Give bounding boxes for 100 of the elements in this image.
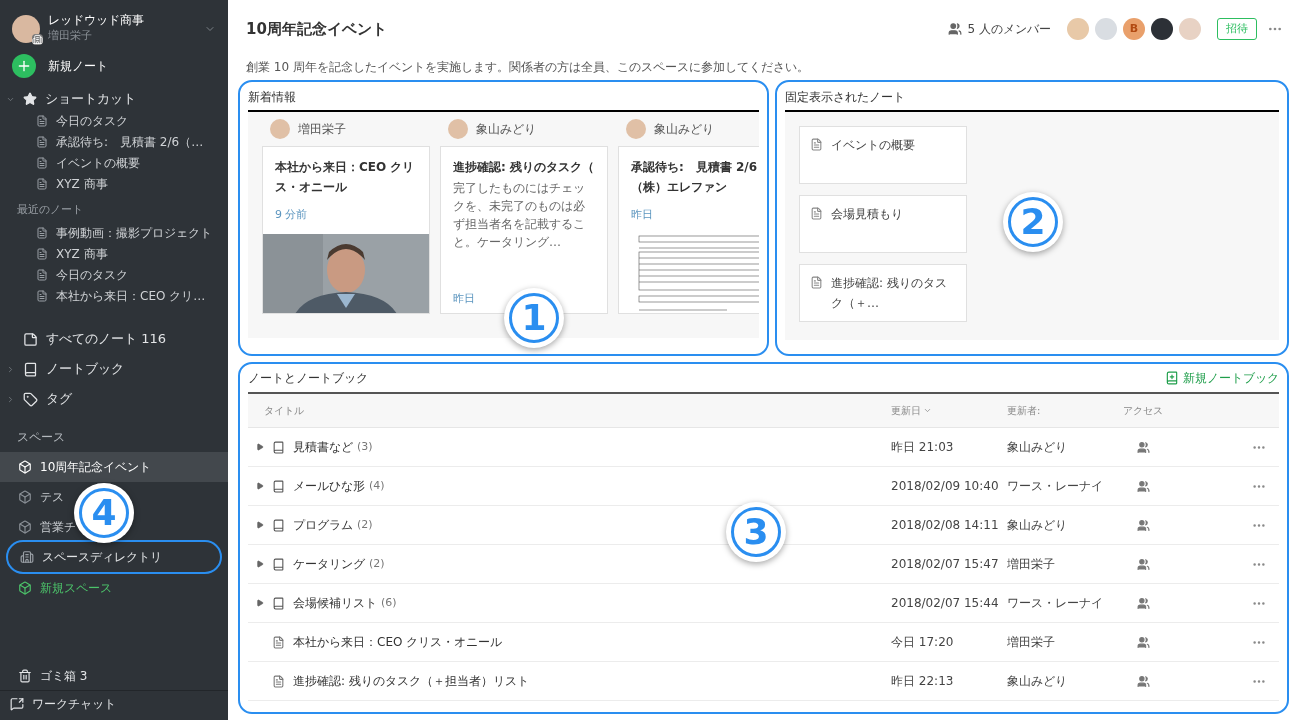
row-count: (3) — [357, 438, 373, 455]
note-icon — [36, 156, 48, 169]
section-label[interactable]: ショートカット — [45, 89, 136, 109]
members-icon — [947, 22, 962, 36]
space-item[interactable]: テス — [18, 488, 64, 506]
note-icon — [272, 635, 285, 649]
row-updated-by: 増田栄子 — [1007, 634, 1056, 651]
row-title: 見積書など — [293, 439, 353, 456]
row-count: (2) — [369, 555, 385, 572]
sidebar-item[interactable]: 承認待ち: 見積書 2/6（… — [0, 131, 228, 152]
space-description: 創業 10 周年を記念したイベントを実施します。関係者の方は全員、このスペースに参加してください。 — [245, 59, 810, 76]
sidebar-item[interactable]: イベントの概要 — [0, 152, 228, 173]
card-time: 9 分前 — [274, 207, 309, 223]
pinned-note[interactable]: 会場見積もり — [799, 195, 967, 253]
table-row[interactable]: 会場候補リスト (6) 2018/02/07 15:44 ワース・レーナイ — [248, 584, 1279, 623]
note-icon — [36, 114, 48, 127]
nav-item[interactable]: すべてのノート 116 — [0, 324, 228, 354]
shared-icon — [1137, 440, 1150, 454]
space-item[interactable]: 営業チ — [18, 518, 76, 536]
row-updated-by: 象山みどり — [1007, 517, 1068, 534]
trash-item[interactable]: ゴミ箱 3 — [0, 662, 228, 690]
card-author: 増田栄子 — [298, 121, 346, 138]
row-updated-by: ワース・レーナイ — [1007, 478, 1104, 495]
note-icon — [36, 177, 48, 190]
row-title: 進捗確認: 残りのタスク（＋担当者）リスト — [293, 673, 529, 690]
space-title: 10周年記念イベント — [246, 18, 387, 40]
notebook-icon — [272, 518, 285, 532]
sidebar-item[interactable]: 今日のタスク — [0, 110, 228, 131]
table-row[interactable]: 本社から来日：CEO クリス・オニール 今日 17:20 増田栄子 — [248, 623, 1279, 662]
account-name[interactable]: レッドウッド商事 — [48, 13, 196, 29]
caret-icon[interactable] — [6, 394, 15, 404]
note-card[interactable]: 本社から来日：CEO クリス・オニール 9 分前 — [262, 146, 430, 314]
row-title: プログラム — [293, 517, 353, 534]
avatar: B — [1123, 18, 1145, 40]
column-header[interactable]: タイトル — [248, 403, 891, 418]
row-updated: 昨日 21:03 — [891, 439, 955, 456]
note-icon — [36, 289, 48, 302]
sidebar-item[interactable]: XYZ 商事 — [0, 243, 228, 264]
section-label: 最近のノート — [16, 202, 84, 218]
note-icon — [36, 268, 48, 281]
row-title: 会場候補リスト — [293, 595, 377, 612]
column-header[interactable]: 更新者: — [1007, 403, 1123, 418]
table-row[interactable]: 見積書など (3) 昨日 21:03 象山みどり — [248, 428, 1279, 467]
sidebar-item[interactable]: XYZ 商事 — [0, 173, 228, 194]
nav-item[interactable]: タグ — [0, 384, 228, 414]
trash-icon — [18, 669, 32, 683]
sidebar-item[interactable]: 本社から来日：CEO クリ… — [0, 285, 228, 306]
expand-triangle-icon[interactable] — [256, 521, 264, 529]
row-updated-by: 増田栄子 — [1007, 556, 1056, 573]
chat-icon — [10, 696, 24, 711]
panel-title: 固定表示されたノート — [785, 89, 906, 106]
tag-icon — [23, 391, 38, 407]
row-updated: 2018/02/07 15:47 — [891, 556, 1000, 573]
row-count: (2) — [357, 516, 373, 533]
notebook-icon — [272, 596, 285, 610]
expand-triangle-icon[interactable] — [256, 443, 264, 451]
account-avatar — [12, 15, 40, 43]
row-updated: 2018/02/07 15:44 — [891, 595, 1000, 612]
avatar — [448, 119, 468, 139]
nav-item[interactable]: ノートブック — [0, 354, 228, 384]
directory-item[interactable]: スペースディレクトリ — [6, 540, 222, 574]
cube-icon — [18, 460, 32, 474]
note-icon — [23, 331, 38, 347]
notebook-icon — [272, 557, 285, 571]
caret-icon[interactable] — [6, 364, 15, 374]
callout-number: 3 — [726, 502, 786, 562]
column-header[interactable]: 更新日 — [891, 403, 1007, 418]
column-header[interactable]: アクセス — [1123, 403, 1239, 418]
panel-title: ノートとノートブック — [248, 370, 368, 387]
cube-plus-icon — [18, 581, 32, 595]
callout-number: 4 — [74, 483, 134, 543]
sidebar-item[interactable]: 今日のタスク — [0, 264, 228, 285]
note-icon — [36, 247, 48, 260]
card-time: 昨日 — [452, 290, 476, 307]
sidebar-item[interactable]: 事例動画：撮影プロジェクト — [0, 222, 228, 243]
pinned-note[interactable]: 進捗確認: 残りのタスク（＋… — [799, 264, 967, 322]
table-row[interactable]: 進捗確認: 残りのタスク（＋担当者）リスト 昨日 22:13 象山みどり — [248, 662, 1279, 701]
work-chat-item[interactable]: ワークチャット — [0, 690, 228, 716]
note-card[interactable]: 承認待ち: 見積書 2/6（株）エレファン 昨日 — [618, 146, 759, 314]
card-author: 象山みどり — [654, 121, 714, 138]
expand-triangle-icon[interactable] — [256, 560, 264, 568]
star-icon — [23, 92, 37, 106]
expand-triangle-icon[interactable] — [256, 482, 264, 490]
row-updated-by: 象山みどり — [1007, 673, 1068, 690]
shared-icon — [1137, 557, 1150, 571]
row-title: ケータリング — [293, 556, 365, 573]
note-icon — [272, 674, 285, 688]
table-row[interactable]: メールひな形 (4) 2018/02/09 10:40 ワース・レーナイ — [248, 467, 1279, 506]
new-note-button[interactable]: 新規ノート — [12, 50, 216, 82]
plus-icon — [12, 54, 36, 78]
card-title: 承認待ち: 見積書 2/6（株）エレファン — [630, 159, 759, 196]
pinned-note[interactable]: イベントの概要 — [799, 126, 967, 184]
row-updated: 今日 17:20 — [891, 634, 955, 651]
members-label[interactable]: 5 人のメンバー — [967, 20, 1051, 38]
shared-icon — [1137, 518, 1150, 532]
new-notebook-button[interactable]: 新規ノートブック — [1165, 369, 1279, 387]
expand-triangle-icon[interactable] — [256, 599, 264, 607]
row-updated-by: 象山みどり — [1007, 439, 1068, 456]
new-space-item[interactable]: 新規スペース — [0, 574, 228, 602]
cube-icon — [18, 520, 32, 534]
